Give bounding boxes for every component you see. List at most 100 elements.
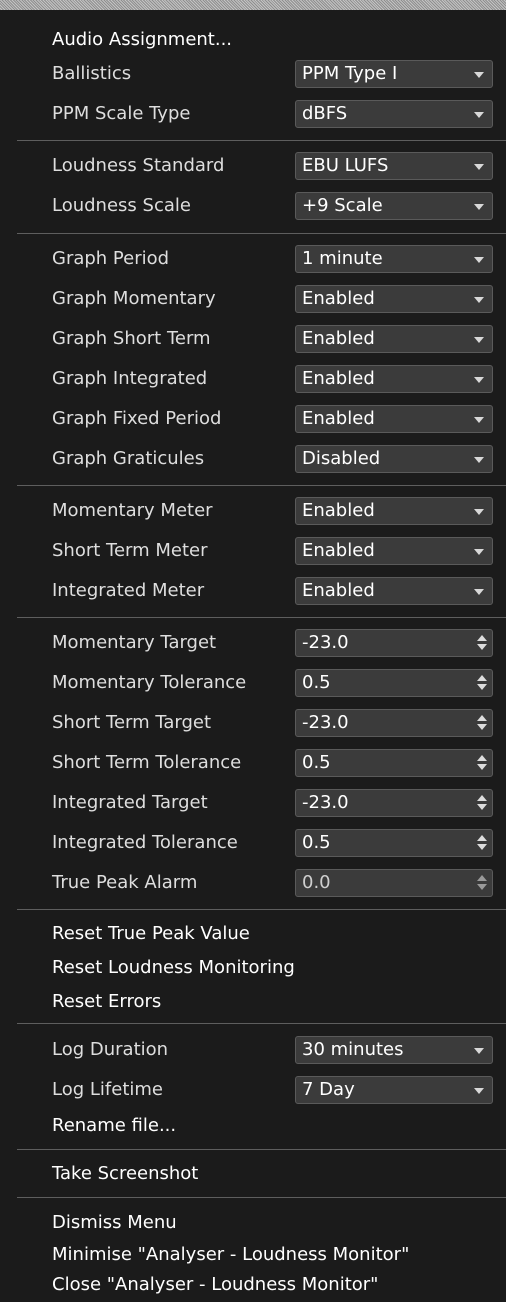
integrated-meter-label: Integrated Meter xyxy=(52,580,205,601)
short-term-target-label: Short Term Target xyxy=(52,712,212,733)
spin-arrows-icon[interactable] xyxy=(476,874,488,892)
loudness-scale-row: Loudness Scale +9 Scale xyxy=(12,189,506,223)
chevron-down-icon xyxy=(474,72,484,78)
short-term-tolerance-spinbox[interactable]: 0.5 xyxy=(295,749,493,777)
graph-graticules-label: Graph Graticules xyxy=(52,448,205,469)
integrated-target-row: Integrated Target -23.0 xyxy=(12,786,506,820)
loudness-scale-label: Loudness Scale xyxy=(52,195,191,216)
minimise-window-item[interactable]: Minimise "Analyser - Loudness Monitor" xyxy=(52,1240,409,1270)
chevron-down-icon xyxy=(474,1048,484,1054)
loudness-scale-dropdown[interactable]: +9 Scale xyxy=(295,192,493,220)
momentary-tolerance-row: Momentary Tolerance 0.5 xyxy=(12,666,506,700)
momentary-target-row: Momentary Target -23.0 xyxy=(12,626,506,660)
rename-file-item[interactable]: Rename file... xyxy=(52,1111,176,1141)
momentary-target-value: -23.0 xyxy=(302,632,349,653)
graph-fixed-period-label: Graph Fixed Period xyxy=(52,408,222,429)
divider xyxy=(17,909,506,910)
chevron-down-icon xyxy=(474,204,484,210)
graph-integrated-row: Graph Integrated Enabled xyxy=(12,362,506,396)
momentary-tolerance-value: 0.5 xyxy=(302,672,331,693)
divider xyxy=(17,485,506,486)
spin-arrows-icon[interactable] xyxy=(476,754,488,772)
integrated-tolerance-value: 0.5 xyxy=(302,832,331,853)
short-term-target-spinbox[interactable]: -23.0 xyxy=(295,709,493,737)
short-term-meter-dropdown[interactable]: Enabled xyxy=(295,537,493,565)
graph-graticules-value: Disabled xyxy=(302,448,381,469)
integrated-tolerance-spinbox[interactable]: 0.5 xyxy=(295,829,493,857)
spin-arrows-icon[interactable] xyxy=(476,714,488,732)
integrated-tolerance-label: Integrated Tolerance xyxy=(52,832,238,853)
ppm-scale-type-row: PPM Scale Type dBFS xyxy=(12,97,506,131)
spin-arrows-icon[interactable] xyxy=(476,794,488,812)
integrated-target-value: -23.0 xyxy=(302,792,349,813)
graph-period-dropdown[interactable]: 1 minute xyxy=(295,245,493,273)
true-peak-alarm-value: 0.0 xyxy=(302,872,331,893)
loudness-standard-label: Loudness Standard xyxy=(52,155,225,176)
dismiss-menu-item[interactable]: Dismiss Menu xyxy=(52,1208,177,1238)
momentary-meter-label: Momentary Meter xyxy=(52,500,213,521)
graph-integrated-value: Enabled xyxy=(302,368,375,389)
true-peak-alarm-spinbox[interactable]: 0.0 xyxy=(295,869,493,897)
log-duration-row: Log Duration 30 minutes xyxy=(12,1033,506,1067)
graph-short-term-label: Graph Short Term xyxy=(52,328,211,349)
short-term-meter-row: Short Term Meter Enabled xyxy=(12,534,506,568)
chevron-down-icon xyxy=(474,377,484,383)
true-peak-alarm-label: True Peak Alarm xyxy=(52,872,198,893)
reset-true-peak-item[interactable]: Reset True Peak Value xyxy=(52,919,250,949)
chevron-down-icon xyxy=(474,1088,484,1094)
momentary-target-label: Momentary Target xyxy=(52,632,217,653)
audio-assignment-item[interactable]: Audio Assignment... xyxy=(52,25,232,55)
short-term-meter-value: Enabled xyxy=(302,540,375,561)
graph-integrated-label: Graph Integrated xyxy=(52,368,208,389)
integrated-meter-dropdown[interactable]: Enabled xyxy=(295,577,493,605)
graph-momentary-label: Graph Momentary xyxy=(52,288,216,309)
spin-arrows-icon[interactable] xyxy=(476,834,488,852)
chevron-down-icon xyxy=(474,257,484,263)
graph-graticules-row: Graph Graticules Disabled xyxy=(12,442,506,476)
graph-short-term-dropdown[interactable]: Enabled xyxy=(295,325,493,353)
momentary-target-spinbox[interactable]: -23.0 xyxy=(295,629,493,657)
log-lifetime-value: 7 Day xyxy=(302,1079,355,1100)
integrated-tolerance-row: Integrated Tolerance 0.5 xyxy=(12,826,506,860)
graph-fixed-period-dropdown[interactable]: Enabled xyxy=(295,405,493,433)
ppm-scale-type-dropdown[interactable]: dBFS xyxy=(295,100,493,128)
short-term-tolerance-label: Short Term Tolerance xyxy=(52,752,242,773)
integrated-target-spinbox[interactable]: -23.0 xyxy=(295,789,493,817)
graph-short-term-row: Graph Short Term Enabled xyxy=(12,322,506,356)
graph-fixed-period-row: Graph Fixed Period Enabled xyxy=(12,402,506,436)
reset-loudness-item[interactable]: Reset Loudness Monitoring xyxy=(52,953,295,983)
short-term-target-row: Short Term Target -23.0 xyxy=(12,706,506,740)
divider xyxy=(17,1149,506,1150)
divider xyxy=(17,233,506,234)
ballistics-row: Ballistics PPM Type I xyxy=(12,57,506,91)
spin-arrows-icon[interactable] xyxy=(476,674,488,692)
integrated-meter-value: Enabled xyxy=(302,580,375,601)
ballistics-value: PPM Type I xyxy=(302,63,398,84)
log-lifetime-dropdown[interactable]: 7 Day xyxy=(295,1076,493,1104)
short-term-tolerance-row: Short Term Tolerance 0.5 xyxy=(12,746,506,780)
short-term-tolerance-value: 0.5 xyxy=(302,752,331,773)
chevron-down-icon xyxy=(474,112,484,118)
close-window-item[interactable]: Close "Analyser - Loudness Monitor" xyxy=(52,1270,378,1300)
take-screenshot-item[interactable]: Take Screenshot xyxy=(52,1159,198,1189)
log-duration-label: Log Duration xyxy=(52,1039,169,1060)
spin-arrows-icon[interactable] xyxy=(476,634,488,652)
divider xyxy=(17,1197,506,1198)
momentary-meter-value: Enabled xyxy=(302,500,375,521)
loudness-standard-dropdown[interactable]: EBU LUFS xyxy=(295,152,493,180)
graph-short-term-value: Enabled xyxy=(302,328,375,349)
ballistics-dropdown[interactable]: PPM Type I xyxy=(295,60,493,88)
chevron-down-icon xyxy=(474,297,484,303)
divider xyxy=(17,140,506,141)
momentary-meter-dropdown[interactable]: Enabled xyxy=(295,497,493,525)
graph-integrated-dropdown[interactable]: Enabled xyxy=(295,365,493,393)
loudness-scale-value: +9 Scale xyxy=(302,195,383,216)
graph-graticules-dropdown[interactable]: Disabled xyxy=(295,445,493,473)
divider xyxy=(17,1023,506,1024)
graph-momentary-dropdown[interactable]: Enabled xyxy=(295,285,493,313)
reset-errors-item[interactable]: Reset Errors xyxy=(52,987,161,1017)
integrated-meter-row: Integrated Meter Enabled xyxy=(12,574,506,608)
log-duration-dropdown[interactable]: 30 minutes xyxy=(295,1036,493,1064)
momentary-tolerance-spinbox[interactable]: 0.5 xyxy=(295,669,493,697)
graph-momentary-row: Graph Momentary Enabled xyxy=(12,282,506,316)
